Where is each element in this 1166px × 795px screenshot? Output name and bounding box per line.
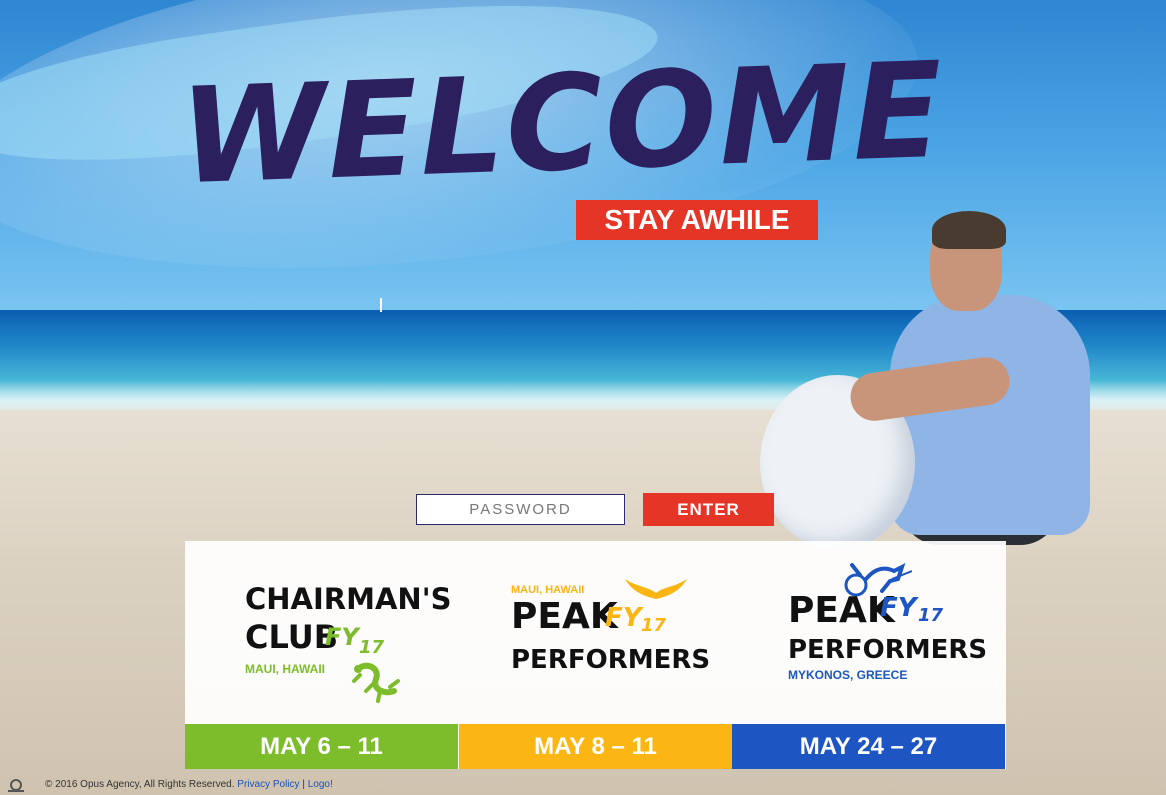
sailboat-icon — [380, 298, 382, 312]
event-card-peak-performers-maui[interactable]: MAUI, HAWAII PEAK FY 17 PERFORMERS MAY 8… — [459, 541, 732, 769]
enter-button[interactable]: ENTER — [643, 493, 774, 526]
footer-copyright-line: © 2016 Opus Agency, All Rights Reserved.… — [45, 779, 333, 790]
logout-link[interactable]: Logo! — [308, 779, 333, 790]
event-date: MAY 8 – 11 — [459, 724, 732, 769]
event-location: MAUI, HAWAII — [245, 662, 325, 676]
event-card-peak-performers-mykonos[interactable]: PEAK FY 17 PERFORMERS MYKONOS, GREECE MA… — [732, 541, 1005, 769]
logo-line1: PEAK — [511, 596, 618, 637]
privacy-policy-link[interactable]: Privacy Policy — [237, 779, 299, 790]
logo-line2: PERFORMERS — [511, 645, 711, 675]
event-location: MYKONOS, GREECE — [788, 668, 908, 682]
welcome-heading: WELCOME — [177, 33, 947, 215]
logo-line1: CHAIRMAN'S — [245, 582, 452, 616]
event-location: MAUI, HAWAII — [511, 584, 585, 596]
events-panel: CHAIRMAN'S CLUB FY 17 MAUI, HAWAII MAY 6… — [185, 541, 1006, 769]
tagline-badge: STAY AWHILE — [576, 200, 818, 240]
fy-year: 17 — [918, 605, 944, 626]
fy-label: FY — [880, 593, 917, 623]
fy-label: FY — [605, 603, 642, 633]
opus-logo-icon — [8, 779, 24, 792]
event-logo: PEAK FY 17 PERFORMERS MYKONOS, GREECE — [732, 541, 1005, 724]
fy-year: 17 — [359, 637, 385, 658]
gecko-icon — [352, 662, 400, 703]
password-input[interactable] — [416, 494, 625, 525]
fy-year: 17 — [641, 615, 667, 636]
event-logo: CHAIRMAN'S CLUB FY 17 MAUI, HAWAII — [185, 541, 458, 724]
logo-line2: PERFORMERS — [788, 635, 988, 665]
event-date: MAY 6 – 11 — [185, 724, 458, 769]
copyright-text: © 2016 Opus Agency, All Rights Reserved. — [45, 779, 235, 790]
footer: © 2016 Opus Agency, All Rights Reserved.… — [0, 776, 500, 794]
footer-separator: | — [302, 779, 305, 790]
event-card-chairmans-club[interactable]: CHAIRMAN'S CLUB FY 17 MAUI, HAWAII MAY 6… — [185, 541, 458, 769]
event-logo: MAUI, HAWAII PEAK FY 17 PERFORMERS — [459, 541, 732, 724]
logo-line1: PEAK — [788, 590, 895, 631]
surfer-photo — [760, 211, 1110, 560]
fy-label: FY — [325, 623, 359, 651]
event-date: MAY 24 – 27 — [732, 724, 1005, 769]
